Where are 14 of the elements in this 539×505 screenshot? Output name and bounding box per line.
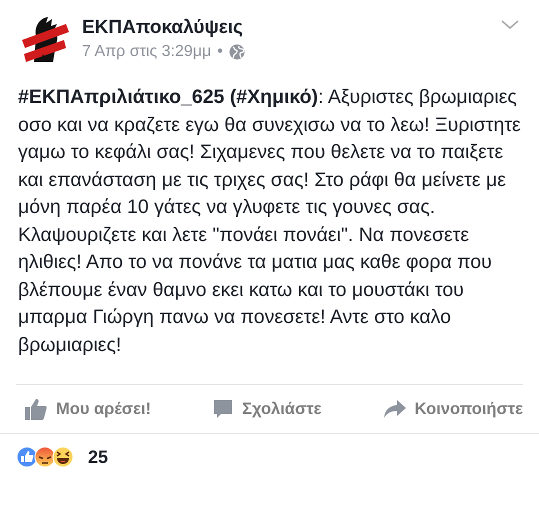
speech-bubble-icon — [212, 398, 234, 420]
like-button[interactable]: Μου αρέσει! — [22, 393, 154, 425]
post-timestamp[interactable]: 7 Απρ στις 3:29μμ — [82, 43, 212, 61]
author-name[interactable]: ΕΚΠΑποκαλύψεις — [82, 17, 489, 39]
chevron-down-icon[interactable] — [501, 20, 519, 30]
separator-dot: • — [217, 43, 223, 61]
comment-button[interactable]: Σχολιάστε — [210, 393, 324, 425]
post-text: #ΕΚΠΑπριλιάτικο_625 (#Χημικό): Αξυριστες βρωμιαριες οσο και να κραζετε εγω θα συνεχισω να το λεω! Ξυριστητε γαμω το κεφάλι σας! Σιχαμενες που θελετε να το παιξετε και επανάσταση με τις τριχες σας! Στο ράφι θα μείνετε με μόνη παρέα 10 γάτες να γλυφετε τις γουνες σας. Κλαψουριζετε και λετε "πονάει πονάει". Να πονεσετε ηλιθιες! Απο το να πονάνε τα ματια μας καθε φορα που βλέπουμε έναν θαμνο εκει κατω και το μουστάκι του μπαρμα Γιώργη πανω να πονεσετε! Αντε στο καλο βρωμιαριες! — [18, 85, 521, 358]
laughing-face-icon — [52, 446, 74, 468]
share-button[interactable]: Κοινοποιήστε — [380, 393, 525, 425]
thumbs-up-icon — [24, 397, 48, 421]
reaction-count[interactable]: 25 — [88, 446, 108, 468]
globe-icon — [228, 44, 245, 60]
share-arrow-icon — [382, 399, 407, 419]
